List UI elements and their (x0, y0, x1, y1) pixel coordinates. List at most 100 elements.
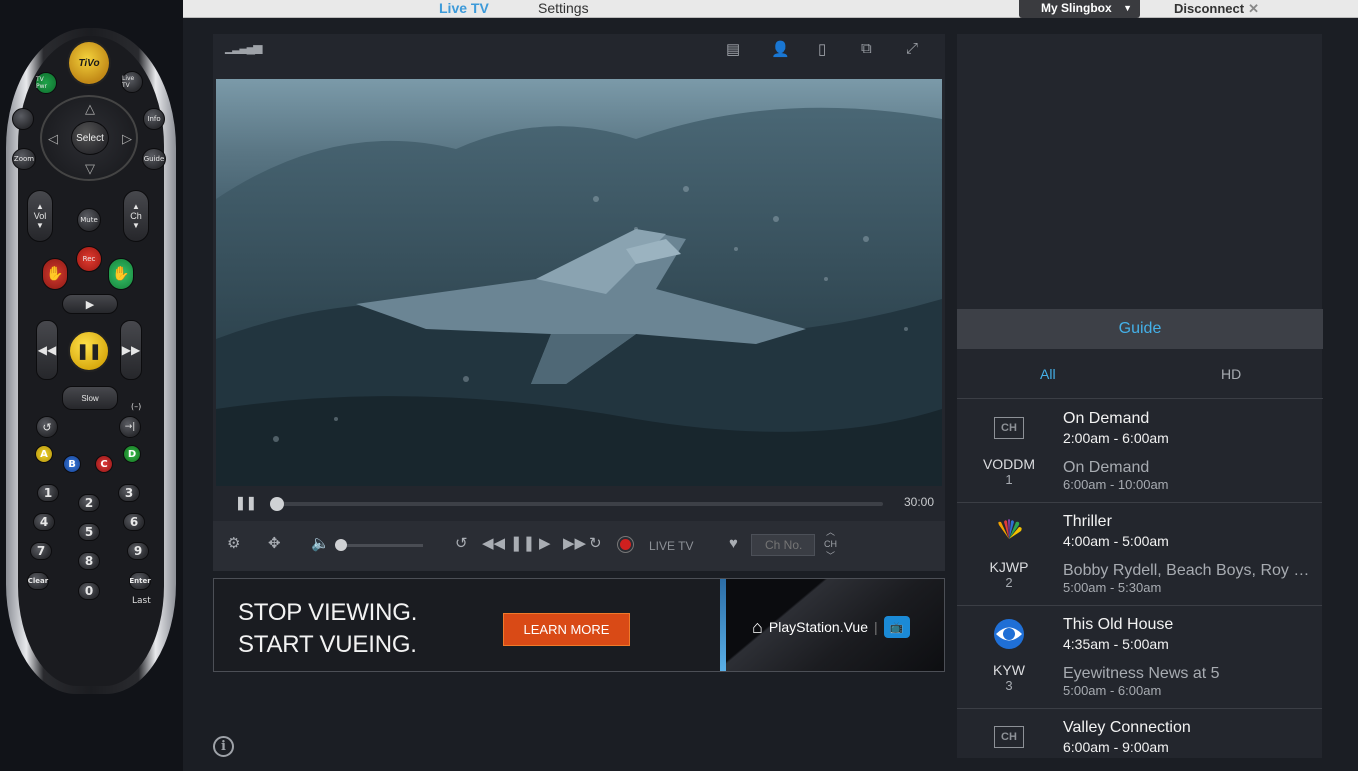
b-button[interactable]: B (63, 455, 81, 473)
fullscreen-icon[interactable]: ⤢ (906, 40, 918, 57)
video-frame[interactable] (216, 79, 942, 486)
add-user-icon[interactable]: 👤 (771, 40, 790, 58)
skip-icon: →| (124, 422, 136, 432)
rewind-icon[interactable]: ◀◀ (482, 536, 505, 552)
channel-up-icon[interactable]: ︿ (824, 526, 837, 538)
dpad: △ ▽ ◁ ▷ Select (40, 95, 138, 181)
move-icon[interactable]: ✥ (268, 536, 281, 552)
volume-icon[interactable]: 🔈 (311, 536, 330, 552)
close-icon: ✕ (1248, 1, 1259, 16)
thumbs-down-button[interactable]: ✋ (42, 258, 68, 290)
tab-settings[interactable]: Settings (538, 0, 589, 16)
channel-down-icon[interactable]: ﹀ (824, 550, 837, 562)
zoom-button[interactable]: Zoom (12, 148, 36, 170)
fast-forward-icon: ▶▶ (121, 343, 141, 357)
record-button[interactable]: Rec (76, 246, 102, 272)
skip-forward-icon[interactable]: ↻ (589, 536, 602, 552)
dpad-up-icon[interactable]: △ (85, 101, 95, 117)
ad-headline: STOP VIEWING. START VUEING. (238, 599, 418, 658)
thumbs-down-icon: ✋ (46, 266, 64, 282)
d-button[interactable]: D (123, 445, 141, 463)
dpad-down-icon[interactable]: ▽ (85, 161, 95, 177)
favorite-heart-icon[interactable]: ♥ (729, 536, 738, 552)
number-5-button[interactable]: 5 (78, 523, 100, 541)
seek-track[interactable] (278, 502, 883, 506)
channel-stepper[interactable]: ︿ CH ﹀ (824, 526, 837, 562)
my-slingbox-dropdown[interactable]: My Slingbox ▼ (1019, 0, 1140, 18)
seek-bar: ❚❚ 30:00 (213, 492, 945, 514)
live-tv-label[interactable]: LIVE TV (649, 539, 693, 553)
number-4-button[interactable]: 4 (33, 513, 55, 531)
select-button[interactable]: Select (71, 121, 109, 155)
guide-grid-icon[interactable]: ▤ (726, 40, 740, 58)
clear-button[interactable]: Clear (27, 572, 49, 590)
pause-icon[interactable]: ❚❚ (235, 495, 257, 511)
duration-label: 30:00 (903, 495, 934, 509)
signal-strength-icon: ▁▂▃▄▅ (225, 40, 262, 54)
channel-logo: CH (993, 416, 1025, 440)
record-icon[interactable] (620, 539, 631, 550)
number-8-button[interactable]: 8 (78, 552, 100, 570)
playstation-icon: ⌂ (752, 616, 763, 637)
tab-all[interactable]: All (1040, 366, 1056, 382)
volume-track[interactable] (339, 544, 423, 547)
skip-button[interactable]: →| (119, 416, 141, 438)
settings-gear-icon[interactable]: ⚙ (227, 536, 240, 552)
tivo-logo[interactable]: TiVo (67, 40, 111, 86)
volume-rocker[interactable]: ▲ Vol ▼ (27, 190, 53, 242)
tab-live-tv[interactable]: Live TV (439, 0, 489, 16)
number-2-button[interactable]: 2 (78, 494, 100, 512)
enter-button[interactable]: Enter (129, 572, 151, 590)
player-controls: ⚙ ✥ 🔈 ↺ ◀◀ ❚❚ ▶ ▶▶ ↻ LIVE TV ♥ ︿ CH ﹀ (213, 521, 945, 571)
cbs-eye-icon (993, 619, 1025, 649)
channel-rocker[interactable]: ▲ Ch ▼ (123, 190, 149, 242)
fast-forward-button[interactable]: ▶▶ (120, 320, 142, 380)
play-icon: ▶ (85, 298, 95, 311)
slow-button[interactable]: Slow (62, 386, 118, 410)
guide-panel: Guide All HD CH VODDM 1 On Demand 2:00am… (957, 34, 1323, 758)
pause-icon[interactable]: ❚❚ (510, 536, 535, 552)
channel-logo: CH (993, 725, 1025, 749)
mute-button[interactable]: Mute (77, 208, 101, 232)
play-icon[interactable]: ▶ (539, 536, 551, 552)
guide-row[interactable]: CH Valley Connection 6:00am - 9:00am (957, 709, 1322, 758)
guide-row[interactable]: KYW 3 This Old House 4:35am - 5:00am Eye… (957, 606, 1322, 709)
channel-number-input[interactable] (751, 534, 815, 556)
guide-row[interactable]: KJWP 2 Thriller 4:00am - 5:00am Bobby Ry… (957, 503, 1322, 606)
number-6-button[interactable]: 6 (123, 513, 145, 531)
tab-hd[interactable]: HD (1221, 366, 1241, 382)
rewind-button[interactable]: ◀◀ (36, 320, 58, 380)
guide-row[interactable]: CH VODDM 1 On Demand 2:00am - 6:00am On … (957, 400, 1322, 503)
video-player: ▁▂▃▄▅ ▤ 👤 ▯ ⧉ ⤢ ❚❚ 30:00 ⚙ ✥ 🔈 ↺ ◀◀ ❚❚ ▶… (213, 34, 945, 571)
guide-button[interactable]: Guide (142, 148, 166, 170)
picture-in-picture-icon[interactable]: ⧉ (861, 40, 872, 57)
volume-down-icon: ▼ (36, 221, 44, 230)
dpad-right-icon[interactable]: ▷ (122, 131, 132, 147)
number-7-button[interactable]: 7 (30, 542, 52, 560)
banner-ad-wide[interactable]: STOP VIEWING. START VUEING. LEARN MORE ⌂… (213, 578, 945, 672)
pause-button[interactable]: ❚❚ (68, 330, 110, 372)
tv-power-button[interactable]: TV Pwr (35, 72, 57, 94)
live-tv-button[interactable]: Live TV (121, 71, 143, 93)
play-button[interactable]: ▶ (62, 294, 118, 314)
c-button[interactable]: C (95, 455, 113, 473)
replay-icon[interactable]: ↺ (455, 536, 468, 552)
number-0-button[interactable]: 0 (78, 582, 100, 600)
info-button[interactable]: Info (143, 108, 165, 130)
a-button[interactable]: A (35, 445, 53, 463)
volume-handle[interactable] (335, 539, 347, 551)
top-navigation-bar: Live TV Settings My Slingbox ▼ Disconnec… (183, 0, 1358, 18)
fast-forward-icon[interactable]: ▶▶ (563, 536, 586, 552)
remote-icon[interactable]: ▯ (818, 40, 826, 58)
left-side-button[interactable] (12, 108, 34, 130)
number-9-button[interactable]: 9 (127, 542, 149, 560)
number-3-button[interactable]: 3 (118, 484, 140, 502)
disconnect-button[interactable]: Disconnect ✕ (1174, 1, 1259, 16)
thumbs-up-button[interactable]: ✋ (108, 258, 134, 290)
replay-button[interactable]: ↺ (36, 416, 58, 438)
seek-handle[interactable] (270, 497, 284, 511)
dpad-left-icon[interactable]: ◁ (48, 131, 58, 147)
info-icon[interactable]: i (213, 736, 234, 757)
learn-more-button[interactable]: LEARN MORE (503, 613, 630, 646)
number-1-button[interactable]: 1 (37, 484, 59, 502)
